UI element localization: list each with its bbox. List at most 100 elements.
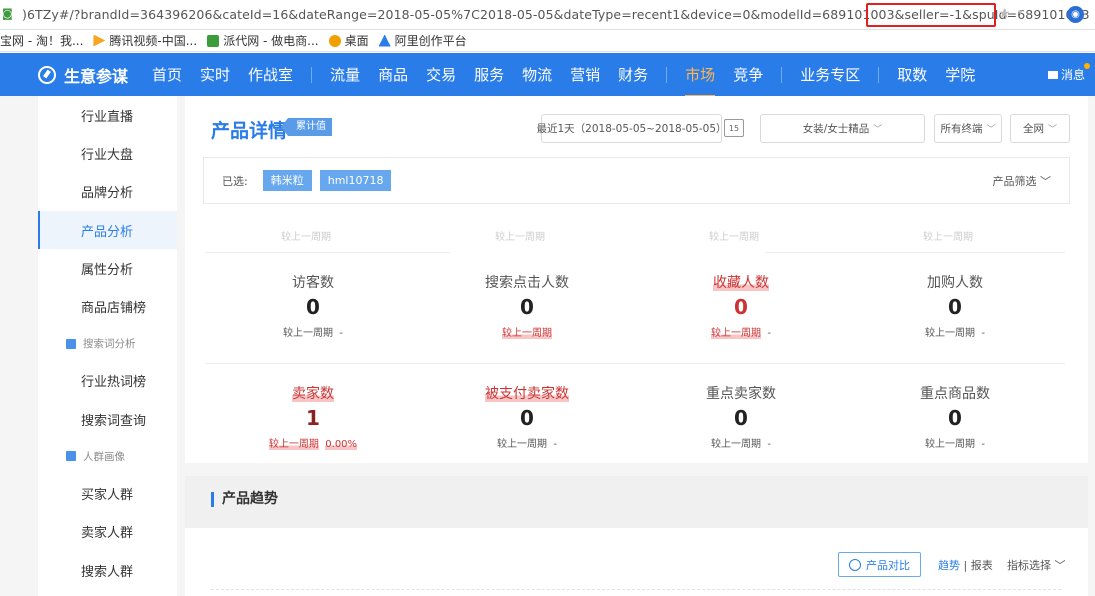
chevron-down-icon[interactable]: ▾ › xyxy=(1018,8,1029,18)
view-toggle: 趋势 | 报表 xyxy=(938,559,993,572)
chevron-down-icon: ﹀ xyxy=(873,125,883,135)
nav-realtime[interactable]: 实时 xyxy=(200,64,230,85)
product-header: 产品详情 累计值 最近1天（2018-05-05~2018-05-05） 15 … xyxy=(185,96,1088,228)
chevron-down-icon: ﹀ xyxy=(1040,174,1051,188)
trend-title: 产品趋势 xyxy=(211,492,278,507)
compass-icon xyxy=(38,65,56,84)
date-range-select[interactable]: 最近1天（2018-05-05~2018-05-05） xyxy=(536,114,727,143)
nav-warroom[interactable]: 作战室 xyxy=(248,64,293,85)
sidebar-item-seller-crowd[interactable]: 卖家人群 xyxy=(38,513,177,551)
selected-filters-bar: 已选: 韩米粒 hml10718 产品筛选 ﹀ xyxy=(203,157,1070,204)
chevron-down-icon: ﹀ xyxy=(986,125,996,135)
bookmark-item[interactable]: 腾讯视频-中国... xyxy=(93,32,197,49)
sidebar-item-industry-live[interactable]: 行业直播 xyxy=(38,96,177,134)
extension-icon[interactable]: ◉ xyxy=(1067,6,1084,23)
nav-logistics[interactable]: 物流 xyxy=(522,64,552,85)
sidebar-item-search-crowd[interactable]: 搜索人群 xyxy=(38,551,177,589)
metric-add-to-cart[interactable]: 加购人数 0 较上一周期 - xyxy=(848,272,1062,339)
sidebar-item-attribute-analysis[interactable]: 属性分析 xyxy=(38,249,177,287)
sidebar-item-industry-overview[interactable]: 行业大盘 xyxy=(38,134,177,172)
view-trend-tab[interactable]: 趋势 xyxy=(938,559,960,572)
page-title: 产品详情 xyxy=(211,120,288,142)
nav-goods[interactable]: 商品 xyxy=(378,64,408,85)
ali-creator-icon xyxy=(378,34,391,47)
bookmarks-bar: 宝网 - 淘！我... 腾讯视频-中国... 派代网 - 做电商... 桌面 阿… xyxy=(0,30,1095,52)
chart-icon xyxy=(66,451,76,462)
category-select[interactable]: 女装/女士精品 ﹀ xyxy=(760,114,925,143)
metric-key-sellers[interactable]: 重点卖家数 0 较上一周期 - xyxy=(634,383,848,450)
metric-favorites[interactable]: 收藏人数 0 较上一周期 - xyxy=(634,272,848,339)
metric-visitors[interactable]: 访客数 0 较上一周期 - xyxy=(206,272,420,339)
sidebar-item-search-query[interactable]: 搜索词查询 xyxy=(38,400,177,438)
channel-select[interactable]: 全网 ﹀ xyxy=(1010,114,1070,143)
metric-sellers[interactable]: 卖家数 1 较上一周期 0.00% xyxy=(206,383,420,450)
nav-divider xyxy=(878,66,880,83)
nav-business-zone[interactable]: 业务专区 xyxy=(800,64,860,85)
terminal-select[interactable]: 所有终端 ﹀ xyxy=(934,114,1002,143)
nav-service[interactable]: 服务 xyxy=(474,64,504,85)
browser-address-bar[interactable]: ◙ )6TZy#/?brandId=364396206&cateId=16&da… xyxy=(0,0,1095,30)
sidebar-item-brand-analysis[interactable]: 品牌分析 xyxy=(38,173,177,211)
ghost-text: 较上一周期 xyxy=(281,232,331,243)
envelope-icon xyxy=(1047,70,1058,79)
main-content: 产品详情 累计值 最近1天（2018-05-05~2018-05-05） 15 … xyxy=(185,96,1088,596)
divider xyxy=(205,363,1065,364)
metric-key-products[interactable]: 重点商品数 0 较上一周期 - xyxy=(848,383,1062,450)
site-favicon-icon: ◙ xyxy=(2,6,13,20)
product-filter-button[interactable]: 产品筛选 ﹀ xyxy=(993,173,1052,189)
nav-divider xyxy=(666,66,668,83)
bookmark-item[interactable]: 桌面 xyxy=(328,32,369,49)
ghost-text: 较上一周期 xyxy=(495,232,545,243)
nav-trade[interactable]: 交易 xyxy=(426,64,456,85)
brand-logo[interactable]: 生意参谋 xyxy=(38,63,128,87)
bookmark-item[interactable]: 宝网 - 淘！我... xyxy=(0,32,83,49)
view-table-tab[interactable]: 报表 xyxy=(971,559,993,572)
selected-label: 已选: xyxy=(222,174,248,188)
compare-icon xyxy=(849,558,861,571)
ghost-text: 较上一周期 xyxy=(923,232,973,243)
messages-button[interactable]: 消息 xyxy=(1047,63,1090,83)
chart-icon xyxy=(66,338,76,349)
top-navigation: 生意参谋 首页 实时 作战室 流量 商品 交易 服务 物流 营销 财务 市场 竞… xyxy=(0,53,1095,97)
calendar-icon[interactable]: 15 xyxy=(724,119,744,137)
desktop-icon xyxy=(328,34,341,47)
cumulative-tag: 累计值 xyxy=(281,118,332,136)
divider xyxy=(205,252,450,253)
metrics-panel: 较上一周期 较上一周期 较上一周期 较上一周期 访客数 0 较上一周期 - 搜索… xyxy=(185,228,1088,463)
bookmark-item[interactable]: 派代网 - 做电商... xyxy=(207,32,319,49)
nav-finance[interactable]: 财务 xyxy=(618,64,648,85)
trend-chart-area: 产品对比 趋势 | 报表 指标选择 ﹀ xyxy=(185,528,1088,596)
nav-marketing[interactable]: 营销 xyxy=(570,64,600,85)
notification-dot xyxy=(1084,63,1090,69)
trend-section-header: 产品趋势 xyxy=(185,476,1088,528)
nav-competition[interactable]: 竞争 xyxy=(733,64,763,85)
ghost-text: 较上一周期 xyxy=(709,232,759,243)
nav-academy[interactable]: 学院 xyxy=(945,64,975,85)
product-compare-button[interactable]: 产品对比 xyxy=(838,552,921,577)
sidebar-item-shop-ranking[interactable]: 商品店铺榜 xyxy=(38,287,177,325)
nav-market[interactable]: 市场 xyxy=(685,64,716,97)
metric-paid-sellers[interactable]: 被支付卖家数 0 较上一周期 - xyxy=(420,383,634,450)
brand-name: 生意参谋 xyxy=(64,66,129,86)
divider xyxy=(765,252,1065,253)
metric-search-clicks[interactable]: 搜索点击人数 0 较上一周期 xyxy=(420,272,634,339)
sidebar-section-search: 搜索词分析 xyxy=(38,326,177,362)
sidebar: 行业直播 行业大盘 品牌分析 产品分析 属性分析 商品店铺榜 搜索词分析 行业热… xyxy=(38,96,177,596)
sidebar-item-buyer-crowd[interactable]: 买家人群 xyxy=(38,474,177,512)
bookmark-item[interactable]: 阿里创作平台 xyxy=(378,32,467,49)
nav-traffic[interactable]: 流量 xyxy=(330,64,360,85)
metric-select[interactable]: 指标选择 ﹀ xyxy=(1007,557,1066,573)
sidebar-item-product-analysis[interactable]: 产品分析 xyxy=(38,210,177,250)
sidebar-section-crowd: 人群画像 xyxy=(38,438,177,474)
tencent-video-icon xyxy=(93,34,106,47)
sidebar-item-hot-words[interactable]: 行业热词榜 xyxy=(38,362,177,400)
nav-divider xyxy=(781,66,783,83)
nav-divider xyxy=(311,66,313,83)
nav-data[interactable]: 取数 xyxy=(897,64,927,85)
selected-chip-product[interactable]: hml10718 xyxy=(319,170,392,191)
paidai-icon xyxy=(207,34,220,47)
selected-chip-brand[interactable]: 韩米粒 xyxy=(262,170,312,191)
nav-home[interactable]: 首页 xyxy=(152,64,182,85)
bookmark-star-icon[interactable]: ★ xyxy=(998,6,1011,22)
chart-gridline xyxy=(211,589,1061,590)
